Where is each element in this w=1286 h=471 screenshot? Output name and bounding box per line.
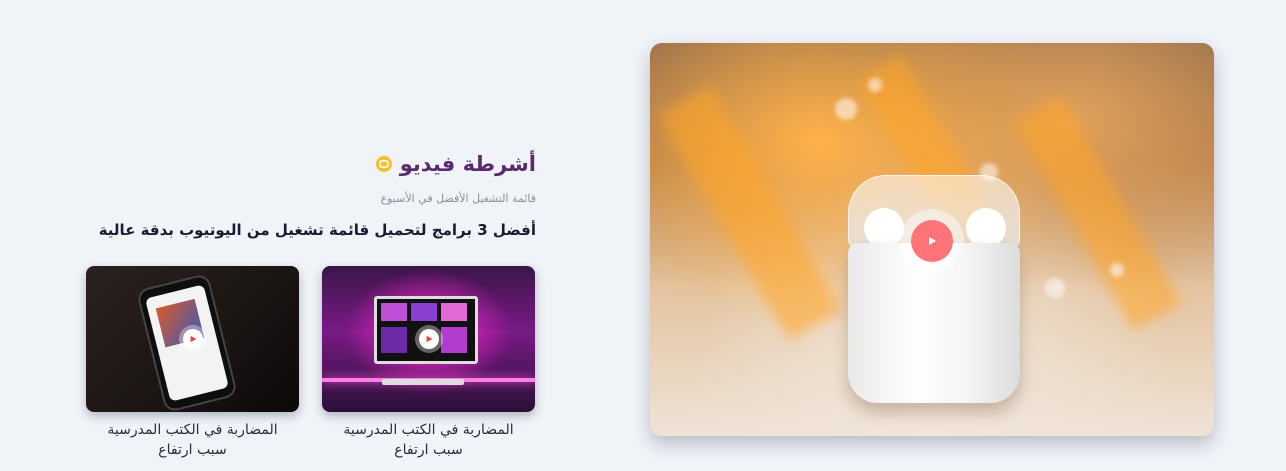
screen-tile bbox=[381, 303, 407, 321]
section-heading: أشرطة فيديو bbox=[375, 152, 536, 176]
airpod-left bbox=[864, 208, 904, 248]
featured-video-thumbnail[interactable] bbox=[650, 43, 1214, 436]
airpod-right bbox=[966, 208, 1006, 248]
video-thumbnail[interactable] bbox=[322, 266, 535, 412]
video-thumbnail[interactable] bbox=[86, 266, 299, 412]
background-blur-shape bbox=[1013, 95, 1182, 331]
card-play-button[interactable] bbox=[183, 329, 203, 349]
caption-line: سبب ارتفاع bbox=[158, 442, 227, 458]
caption-line: المضاربة في الكتب المدرسية bbox=[343, 422, 514, 438]
video-card[interactable]: المضاربة في الكتب المدرسية سبب ارتفاع bbox=[322, 266, 535, 460]
screen-tile bbox=[441, 327, 467, 353]
play-icon bbox=[426, 335, 433, 343]
video-card[interactable]: المضاربة في الكتب المدرسية سبب ارتفاع bbox=[86, 266, 299, 460]
bokeh-light bbox=[868, 78, 882, 92]
bokeh-light bbox=[1045, 278, 1065, 298]
video-section: أشرطة فيديو قائمة التشغيل الأفضل في الأس… bbox=[0, 0, 1286, 471]
caption-line: المضاربة في الكتب المدرسية bbox=[107, 422, 278, 438]
featured-play-button[interactable] bbox=[900, 209, 964, 273]
video-camera-icon bbox=[375, 156, 392, 172]
card-play-button[interactable] bbox=[419, 329, 439, 349]
section-title: أشرطة فيديو bbox=[399, 152, 536, 176]
keyboard-graphic bbox=[382, 379, 464, 385]
bokeh-light bbox=[835, 98, 857, 120]
background-blur-shape bbox=[659, 85, 841, 341]
screen-tile bbox=[411, 303, 437, 321]
play-icon bbox=[190, 335, 197, 343]
video-card-title[interactable]: المضاربة في الكتب المدرسية سبب ارتفاع bbox=[86, 420, 299, 460]
caption-line: سبب ارتفاع bbox=[394, 442, 463, 458]
section-subtitle: قائمة التشغيل الأفضل في الأسبوع bbox=[380, 192, 536, 205]
screen-tile bbox=[441, 303, 467, 321]
video-card-title[interactable]: المضاربة في الكتب المدرسية سبب ارتفاع bbox=[322, 420, 535, 460]
play-icon bbox=[911, 220, 953, 262]
featured-video-headline[interactable]: أفضل 3 برامج لتحميل قائمة تشغيل من اليوت… bbox=[99, 221, 536, 239]
screen-tile bbox=[381, 327, 407, 353]
bokeh-light bbox=[1110, 263, 1124, 277]
